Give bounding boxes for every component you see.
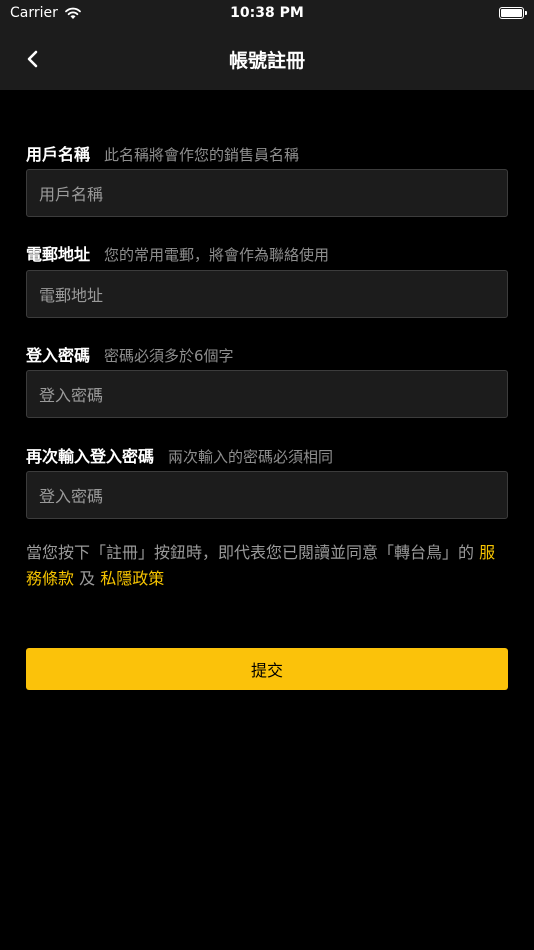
password-placeholder: 登入密碼 bbox=[39, 386, 104, 405]
password-label-row: 登入密碼 密碼必須多於6個字 bbox=[26, 342, 234, 366]
battery-icon bbox=[499, 7, 527, 19]
email-label: 電郵地址 bbox=[26, 245, 91, 264]
status-time: 10:38 PM bbox=[230, 5, 304, 21]
confirm-password-label: 再次輸入登入密碼 bbox=[26, 447, 155, 466]
password-input[interactable]: 登入密碼 bbox=[26, 370, 508, 418]
confirm-password-placeholder: 登入密碼 bbox=[39, 487, 104, 506]
confirm-password-hint: 兩次輸入的密碼必須相同 bbox=[168, 448, 334, 466]
email-input[interactable]: 電郵地址 bbox=[26, 270, 508, 318]
page-title: 帳號註冊 bbox=[228, 50, 305, 72]
submit-button[interactable]: 提交 bbox=[26, 648, 508, 690]
confirm-password-input[interactable]: 登入密碼 bbox=[26, 471, 508, 519]
password-hint: 密碼必須多於6個字 bbox=[104, 347, 234, 365]
privacy-policy-link[interactable]: 私隱政策 bbox=[100, 569, 164, 588]
status-bar: Carrier 10:38 PM bbox=[0, 0, 534, 28]
username-label-row: 用戶名稱 此名稱將會作您的銷售員名稱 bbox=[26, 141, 299, 165]
email-placeholder: 電郵地址 bbox=[39, 286, 104, 305]
username-hint: 此名稱將會作您的銷售員名稱 bbox=[104, 146, 300, 164]
username-input[interactable]: 用戶名稱 bbox=[26, 169, 508, 217]
confirm-password-label-row: 再次輸入登入密碼 兩次輸入的密碼必須相同 bbox=[26, 443, 333, 467]
username-placeholder: 用戶名稱 bbox=[39, 185, 104, 204]
password-label: 登入密碼 bbox=[26, 346, 91, 365]
agreement-text: 當您按下「註冊」按鈕時，即代表您已閱讀並同意「轉台鳥」的 服務條款 及 私隱政策 bbox=[26, 540, 506, 592]
agreement-body: 當您按下「註冊」按鈕時，即代表您已閱讀並同意「轉台鳥」的 bbox=[26, 543, 480, 562]
submit-button-label: 提交 bbox=[250, 661, 283, 680]
agreement-conjunction: 及 bbox=[74, 569, 101, 588]
username-label: 用戶名稱 bbox=[26, 145, 91, 164]
email-label-row: 電郵地址 您的常用電郵，將會作為聯絡使用 bbox=[26, 241, 329, 265]
navigation-bar: 帳號註冊 bbox=[0, 28, 534, 90]
email-hint: 您的常用電郵，將會作為聯絡使用 bbox=[104, 246, 330, 264]
